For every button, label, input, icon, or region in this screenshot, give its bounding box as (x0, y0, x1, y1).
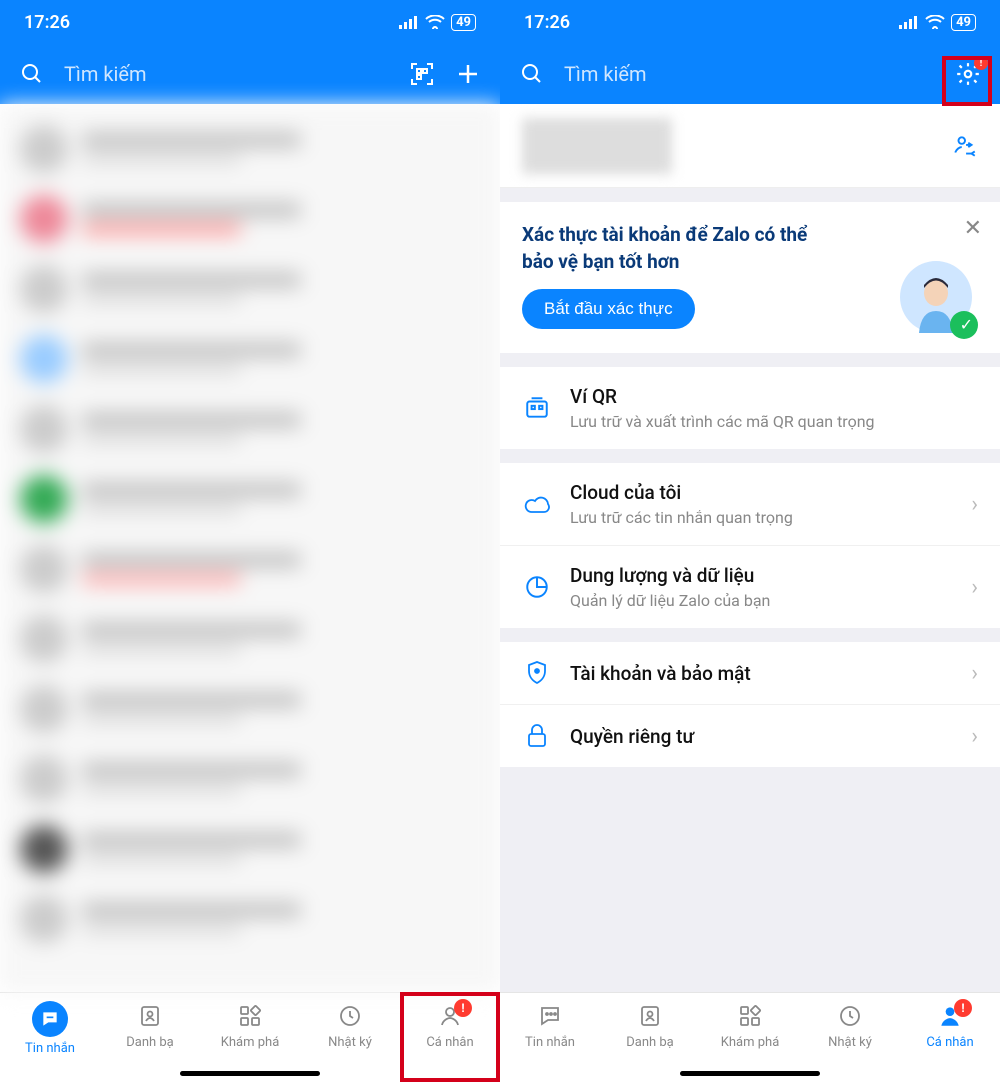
bottom-nav: Tin nhắn Danh bạ Khám phá Nhật ký ! Cá (500, 992, 1000, 1082)
wifi-icon (925, 15, 945, 29)
tab-me[interactable]: ! Cá nhân (400, 1001, 500, 1082)
tab-timeline[interactable]: Nhật ký (800, 1001, 900, 1082)
home-indicator (180, 1071, 320, 1076)
status-bar: 17:26 49 (0, 0, 500, 44)
alert-badge: ! (454, 999, 472, 1017)
verify-button[interactable]: Bắt đầu xác thực (522, 289, 695, 329)
tab-label: Khám phá (721, 1035, 780, 1050)
row-storage-data[interactable]: Dung lượng và dữ liệu Quản lý dữ liệu Za… (500, 546, 1000, 628)
discover-icon (235, 1001, 265, 1031)
tab-messages[interactable]: Tin nhắn (0, 1001, 100, 1082)
signal-icon (399, 15, 419, 29)
contacts-icon (135, 1001, 165, 1031)
chevron-right-icon: › (971, 661, 978, 686)
chat-icon (535, 1001, 565, 1031)
clock-icon (835, 1001, 865, 1031)
row-subtitle: Lưu trữ và xuất trình các mã QR quan trọ… (570, 412, 978, 431)
verify-banner: Xác thực tài khoản để Zalo có thể bảo vệ… (500, 202, 1000, 353)
tab-label: Nhật ký (828, 1035, 872, 1050)
add-icon[interactable] (454, 60, 482, 88)
contacts-icon (635, 1001, 665, 1031)
status-right: 49 (399, 14, 476, 31)
profile-info-blurred (522, 118, 672, 174)
verify-avatar-icon: ✓ (900, 261, 972, 333)
status-bar: 17:26 49 (500, 0, 1000, 44)
message-list-blurred (0, 104, 500, 992)
screen-messages: 17:26 49 Tìm kiếm (0, 0, 500, 1082)
status-right: 49 (899, 14, 976, 31)
alert-badge: ! (974, 56, 988, 70)
tab-label: Cá nhân (426, 1035, 473, 1050)
close-icon[interactable]: ✕ (964, 216, 982, 241)
row-account-security[interactable]: Tài khoản và bảo mật › (500, 642, 1000, 705)
tab-label: Tin nhắn (25, 1041, 75, 1056)
chat-icon (32, 1001, 68, 1037)
row-my-cloud[interactable]: Cloud của tôi Lưu trữ các tin nhắn quan … (500, 463, 1000, 546)
discover-icon (735, 1001, 765, 1031)
verify-title: Xác thực tài khoản để Zalo có thể bảo vệ… (522, 222, 822, 275)
row-title: Ví QR (570, 385, 978, 408)
qr-scan-icon[interactable] (408, 60, 436, 88)
search-input[interactable]: Tìm kiếm (64, 62, 390, 86)
row-privacy[interactable]: Quyền riêng tư › (500, 705, 1000, 767)
signal-icon (899, 15, 919, 29)
tab-discover[interactable]: Khám phá (200, 1001, 300, 1082)
qr-wallet-icon (522, 395, 552, 421)
row-title: Quyền riêng tư (570, 725, 953, 748)
row-subtitle: Lưu trữ các tin nhắn quan trọng (570, 508, 953, 527)
tab-label: Nhật ký (328, 1035, 372, 1050)
home-indicator (680, 1071, 820, 1076)
tab-label: Danh bạ (126, 1035, 174, 1050)
row-subtitle: Quản lý dữ liệu Zalo của bạn (570, 591, 953, 610)
lock-icon (522, 723, 552, 749)
app-header: Tìm kiếm (0, 44, 500, 104)
row-title: Dung lượng và dữ liệu (570, 564, 953, 587)
section-cloud-storage: Cloud của tôi Lưu trữ các tin nhắn quan … (500, 463, 1000, 628)
wifi-icon (425, 15, 445, 29)
tab-label: Danh bạ (626, 1035, 674, 1050)
profile-body: Xác thực tài khoản để Zalo có thể bảo vệ… (500, 104, 1000, 992)
tab-contacts[interactable]: Danh bạ (100, 1001, 200, 1082)
row-qr-wallet[interactable]: Ví QR Lưu trữ và xuất trình các mã QR qu… (500, 367, 1000, 449)
status-time: 17:26 (24, 12, 70, 33)
tab-discover[interactable]: Khám phá (700, 1001, 800, 1082)
section-qr: Ví QR Lưu trữ và xuất trình các mã QR qu… (500, 367, 1000, 449)
pie-chart-icon (522, 574, 552, 600)
alert-badge: ! (954, 999, 972, 1017)
search-icon[interactable] (18, 60, 46, 88)
tab-label: Tin nhắn (525, 1035, 575, 1050)
chevron-right-icon: › (971, 492, 978, 517)
chevron-right-icon: › (971, 575, 978, 600)
switch-account-icon[interactable] (952, 133, 978, 159)
profile-row[interactable] (500, 104, 1000, 188)
tab-contacts[interactable]: Danh bạ (600, 1001, 700, 1082)
row-title: Cloud của tôi (570, 481, 953, 504)
section-security: Tài khoản và bảo mật › Quyền riêng tư › (500, 642, 1000, 767)
checkmark-icon: ✓ (960, 315, 973, 334)
shield-icon (522, 660, 552, 686)
status-time: 17:26 (524, 12, 570, 33)
chevron-right-icon: › (971, 724, 978, 749)
search-input[interactable]: Tìm kiếm (564, 62, 936, 86)
app-header: Tìm kiếm ! (500, 44, 1000, 104)
cloud-icon (522, 493, 552, 515)
screen-profile: 17:26 49 Tìm kiếm ! Xác thực (500, 0, 1000, 1082)
tab-timeline[interactable]: Nhật ký (300, 1001, 400, 1082)
tab-messages[interactable]: Tin nhắn (500, 1001, 600, 1082)
bottom-nav: Tin nhắn Danh bạ Khám phá Nhật ký ! Cá (0, 992, 500, 1082)
row-title: Tài khoản và bảo mật (570, 662, 953, 685)
battery-level: 49 (951, 14, 976, 31)
clock-icon (335, 1001, 365, 1031)
search-icon[interactable] (518, 60, 546, 88)
settings-icon[interactable]: ! (954, 60, 982, 88)
tab-label: Khám phá (221, 1035, 280, 1050)
tab-label: Cá nhân (926, 1035, 973, 1050)
tab-me[interactable]: ! Cá nhân (900, 1001, 1000, 1082)
battery-level: 49 (451, 14, 476, 31)
